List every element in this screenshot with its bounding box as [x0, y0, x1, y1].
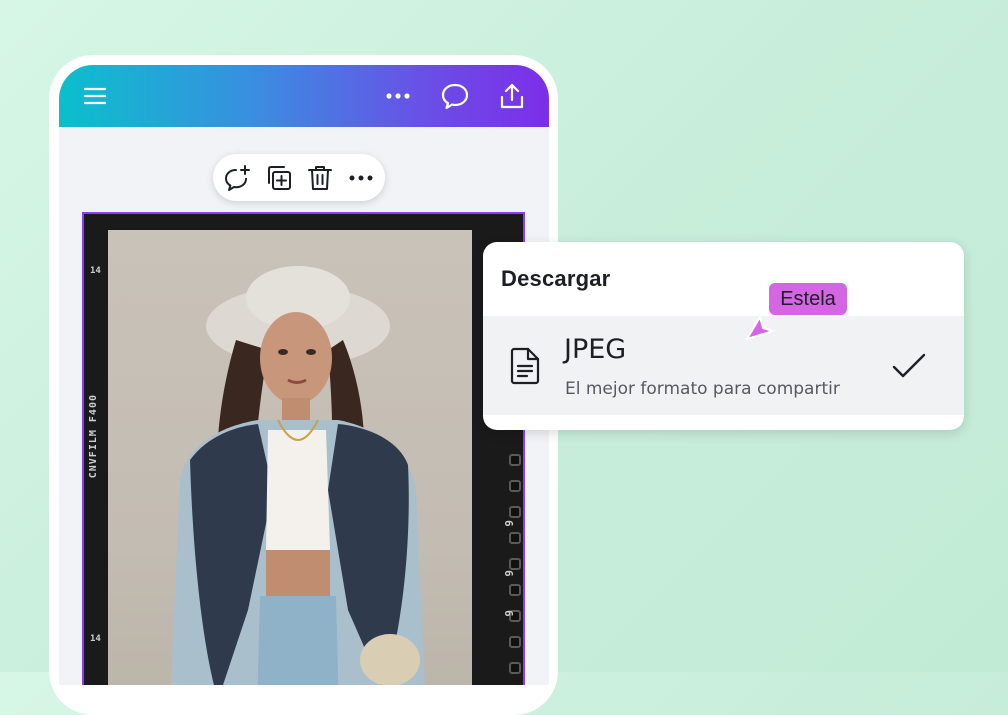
share-icon[interactable] [497, 81, 527, 111]
delete-icon[interactable] [305, 163, 335, 193]
more-icon[interactable] [346, 163, 376, 193]
add-comment-icon[interactable] [222, 163, 252, 193]
film-number-top: 14 [90, 266, 101, 276]
film-perforation [509, 532, 521, 544]
editor-screen: 14 CNVFILM F400 14 6 6 6 [59, 65, 549, 685]
midriff [266, 550, 330, 596]
check-icon [890, 350, 928, 382]
selected-photo-element[interactable]: 14 CNVFILM F400 14 6 6 6 [82, 212, 525, 685]
duplicate-icon[interactable] [264, 163, 294, 193]
film-perforation [509, 662, 521, 674]
menu-icon[interactable] [80, 81, 110, 111]
option-description: El mejor formato para compartir [565, 379, 840, 399]
collaborator-name-tag: Estela [767, 281, 849, 317]
film-side-number: 6 [502, 520, 515, 527]
model-photo [108, 230, 472, 685]
model-illustration [170, 266, 425, 685]
film-number-bottom: 14 [90, 634, 101, 644]
film-perforation [509, 584, 521, 596]
editor-top-bar [59, 65, 549, 127]
comment-icon[interactable] [440, 81, 470, 111]
element-toolbar [213, 154, 385, 201]
film-label: CNVFILM F400 [88, 394, 99, 479]
film-perforation [509, 558, 521, 570]
film-perforation [509, 636, 521, 648]
download-option-jpeg[interactable]: JPEG El mejor formato para compartir [483, 316, 964, 415]
film-perforation [509, 454, 521, 466]
option-name: JPEG [564, 334, 627, 365]
more-icon[interactable] [383, 81, 413, 111]
face [260, 312, 332, 404]
download-title: Descargar [501, 266, 611, 291]
crop-top [266, 430, 330, 550]
download-panel: Descargar JPEG El mejor formato para com… [483, 242, 964, 430]
film-perforation [509, 480, 521, 492]
film-side-number: 6 [502, 570, 515, 577]
film-side-number: 6 [502, 610, 515, 617]
film-perforation [509, 506, 521, 518]
file-icon [507, 346, 543, 386]
collaborator-cursor-icon [744, 313, 776, 343]
handbag [360, 634, 420, 685]
